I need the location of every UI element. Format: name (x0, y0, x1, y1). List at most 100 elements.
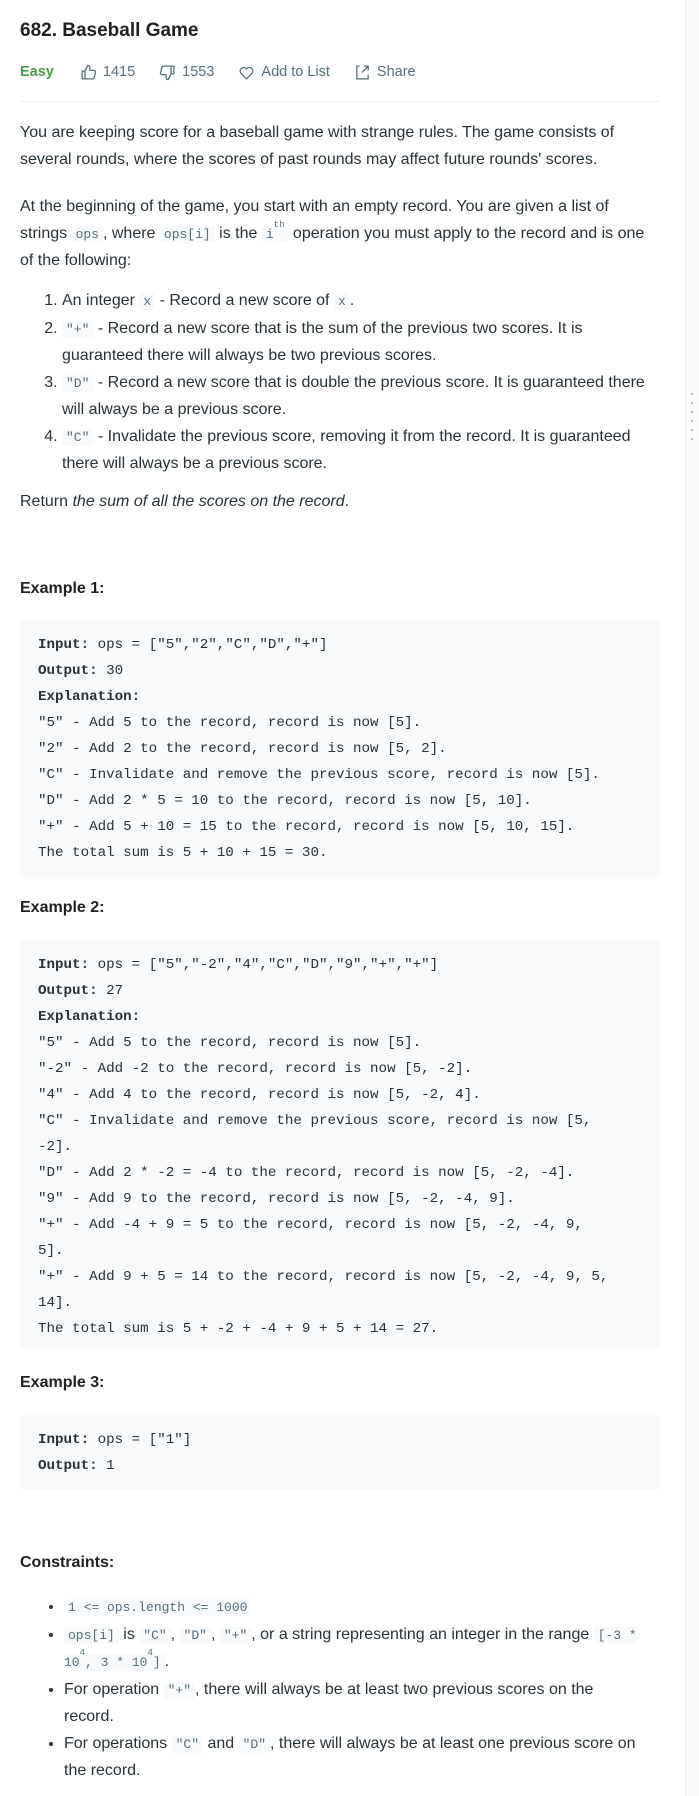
explanation-lines: "5" - Add 5 to the record, record is now… (38, 1030, 642, 1342)
inline-code: x (139, 293, 156, 310)
add-to-list-button[interactable]: Add to List (238, 64, 330, 81)
explanation-line: 5]. (38, 1243, 64, 1259)
list-item: "C" - Invalidate the previous score, rem… (62, 424, 660, 478)
inline-code: 1 <= ops.length <= 1000 (64, 1599, 252, 1616)
share-label: Share (376, 64, 416, 80)
explanation-line: The total sum is 5 + 10 + 15 = 30. (38, 845, 328, 861)
label: Output: (38, 983, 98, 999)
explanation-line: "2" - Add 2 to the record, record is now… (38, 741, 447, 757)
description-paragraph-2: At the beginning of the game, you start … (20, 194, 660, 275)
value: ops = ["5","-2","4","C","D","9","+","+"] (89, 957, 439, 973)
explanation-line: "+" - Add 9 + 5 = 14 to the record, reco… (38, 1269, 609, 1285)
example-3-box: Input: ops = ["1"] Output: 1 (20, 1415, 660, 1490)
text: , or a string representing an integer in… (251, 1625, 594, 1643)
constraint-item: 1 <= ops.length <= 1000 (64, 1594, 640, 1622)
explanation-line: "5" - Add 5 to the record, record is now… (38, 715, 422, 731)
inline-code: "C" (139, 1626, 171, 1644)
text: - Record a new score of (155, 292, 334, 309)
text: is (118, 1625, 140, 1643)
explanation-line: 14]. (38, 1295, 73, 1311)
drag-handle-icon[interactable] (691, 393, 693, 440)
text: , 3 * 10 (85, 1655, 148, 1670)
inline-code: "D" (62, 374, 94, 392)
text: - Record a new score that is double the … (62, 373, 645, 419)
difficulty-badge: Easy (20, 64, 54, 80)
example-2-box: Input: ops = ["5","-2","4","C","D","9","… (20, 940, 660, 1349)
problem-meta: Easy 1415 1553 Add to List Share (20, 60, 660, 84)
value: 30 (97, 663, 124, 679)
example-1-box: Input: ops = ["5","2","C","D","+"] Outpu… (20, 620, 660, 879)
label: Input: (38, 957, 90, 973)
share-button[interactable]: Share (354, 64, 416, 81)
constraints-heading: Constraints: (20, 1554, 115, 1571)
dislike-button[interactable]: 1553 (159, 64, 214, 81)
explanation-line: "+" - Add -4 + 9 = 5 to the record, reco… (38, 1217, 583, 1233)
value: ops = ["5","2","C","D","+"] (89, 637, 328, 653)
inline-code: "D" (179, 1626, 211, 1644)
text: For operations (64, 1734, 172, 1752)
inline-code: "C" (62, 428, 94, 446)
inline-code: ops (71, 225, 103, 243)
label: Output: (38, 663, 98, 679)
explanation-line: "D" - Add 2 * -2 = -4 to the record, rec… (38, 1165, 575, 1181)
constraint-item: For operation "+", there will always be … (64, 1677, 640, 1731)
text: An integer (62, 292, 140, 309)
explanation-line: "-2" - Add -2 to the record, record is n… (38, 1061, 473, 1077)
text: and (203, 1734, 239, 1752)
explanation-line: "D" - Add 2 * 5 = 10 to the record, reco… (38, 793, 532, 809)
explanation-label: Explanation: (38, 684, 642, 710)
text: , where (102, 224, 160, 242)
like-button[interactable]: 1415 (80, 64, 135, 81)
explanation-line: "C" - Invalidate and remove the previous… (38, 767, 600, 783)
explanation-line: "9" - Add 9 to the record, record is now… (38, 1191, 515, 1207)
text: . (349, 292, 355, 309)
label: Input: (38, 1432, 90, 1448)
list-item: "D" - Record a new score that is double … (62, 370, 660, 424)
text: Return (20, 493, 73, 510)
inline-code: ops[i] (159, 225, 215, 243)
text: For operation (64, 1680, 164, 1698)
example-3-heading: Example 3: (20, 1374, 105, 1391)
panel-resize-bar[interactable] (685, 0, 699, 1796)
example-2-heading: Example 2: (20, 899, 105, 916)
explanation-line: "5" - Add 5 to the record, record is now… (38, 1035, 422, 1051)
list-item: "+" - Record a new score that is the sum… (62, 316, 660, 370)
value: ops = ["1"] (89, 1432, 192, 1448)
add-to-list-label: Add to List (261, 64, 330, 80)
explanation-lines: "5" - Add 5 to the record, record is now… (38, 710, 642, 866)
value: 1 (97, 1458, 115, 1474)
text: . (164, 1653, 170, 1670)
explanation-line: "+" - Add 5 + 10 = 15 to the record, rec… (38, 819, 575, 835)
page-title: 682. Baseball Game (20, 20, 199, 41)
inline-code: "+" (62, 320, 94, 338)
text: ] (152, 1655, 161, 1670)
inline-code: "C" (171, 1735, 204, 1753)
text: . (344, 493, 350, 510)
text: i (265, 226, 274, 242)
inline-code: "+" (163, 1681, 196, 1699)
operations-list: An integer x - Record a new score of x. … (20, 288, 660, 478)
divider (20, 101, 660, 102)
explanation-line: The total sum is 5 + -2 + -4 + 9 + 5 + 1… (38, 1321, 439, 1337)
text: - Invalidate the previous score, removin… (62, 427, 631, 473)
text: is the (214, 224, 262, 242)
text: , (210, 1625, 220, 1643)
text: , (170, 1625, 180, 1643)
input-line: Input: ops = ["5","2","C","D","+"] (38, 632, 642, 658)
inline-code: ith (261, 220, 289, 243)
thumbs-up-icon (81, 64, 97, 80)
constraint-item: For operations "C" and "D", there will a… (64, 1731, 640, 1785)
label: Explanation: (38, 689, 141, 705)
input-line: Input: ops = ["5","-2","4","C","D","9","… (38, 952, 642, 978)
output-line: Output: 30 (38, 658, 642, 684)
input-line: Input: ops = ["1"] (38, 1427, 642, 1453)
inline-code: x (333, 293, 350, 310)
label: Output: (38, 1458, 98, 1474)
inline-code: "+" (219, 1626, 252, 1644)
thumbs-down-icon (159, 64, 175, 80)
output-line: Output: 1 (38, 1453, 642, 1479)
output-line: Output: 27 (38, 978, 642, 1004)
label: Explanation: (38, 1009, 141, 1025)
share-icon (356, 64, 369, 80)
description-paragraph-1: You are keeping score for a baseball gam… (20, 124, 615, 168)
